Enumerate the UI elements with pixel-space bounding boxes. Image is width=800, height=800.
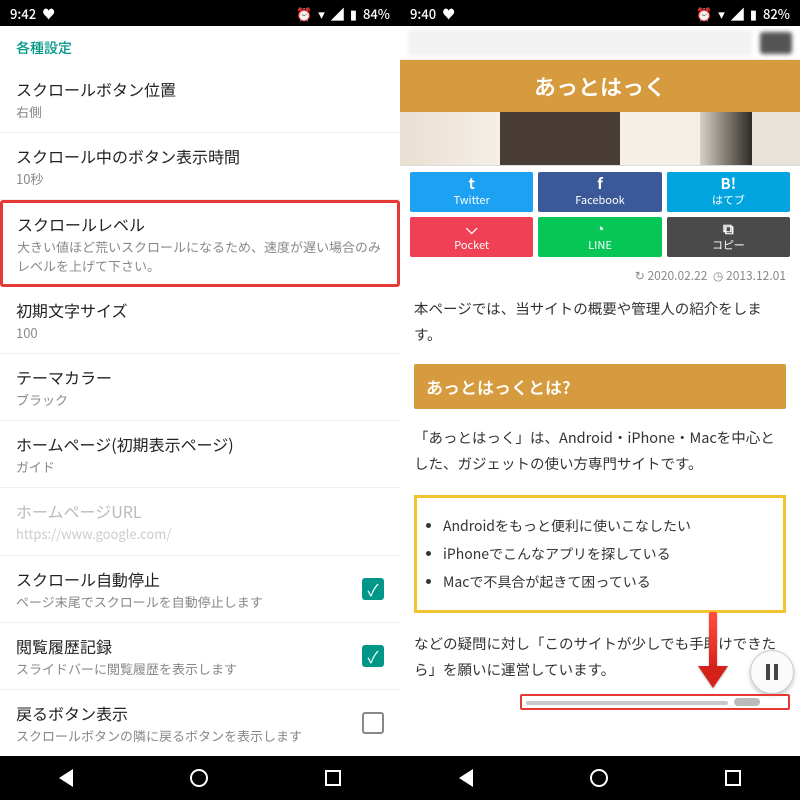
signal-icon: ◢ <box>331 4 344 23</box>
setting-subtitle: 100 <box>16 324 384 342</box>
setting-title: スクロール中のボタン表示時間 <box>16 144 384 168</box>
nav-back-icon[interactable] <box>59 769 73 787</box>
battery-icon: ▮ <box>350 4 357 23</box>
section-heading: あっとはっくとは? <box>414 364 786 409</box>
status-time: 9:40 <box>410 4 436 23</box>
setting-title: ホームページURL <box>16 499 384 523</box>
share-はてブ-button[interactable]: B!はてブ <box>667 172 790 212</box>
setting-subtitle: ブラック <box>16 391 384 409</box>
settings-list[interactable]: 各種設定 スクロールボタン位置右側スクロール中のボタン表示時間 10秒スクロールレ… <box>0 26 400 756</box>
setting-row[interactable]: 戻るボタン表示スクロールボタンの隣に戻るボタンを表示します <box>0 690 400 756</box>
setting-subtitle: スクロールボタンの隣に戻るボタンを表示します <box>16 727 352 745</box>
wifi-icon: ▾ <box>718 4 725 23</box>
checkbox-unchecked-icon[interactable] <box>362 712 384 734</box>
setting-title: 初期文字サイズ <box>16 298 384 322</box>
checkbox-checked-icon[interactable]: ✓ <box>362 578 384 600</box>
share-icon: ◔ <box>595 221 604 236</box>
nav-back-icon[interactable] <box>459 769 473 787</box>
phone-left: 9:42 ♥ ⏰ ▾ ◢ ▮ 84% 各種設定 スクロールボタン位置右側スクロー… <box>0 0 400 800</box>
intro-text: 本ページでは、当サイトの概要や管理人の紹介をします。 <box>400 288 800 356</box>
clock-icon: ◷ <box>713 267 723 284</box>
share-label: コピー <box>712 237 745 253</box>
bullet-item: Androidをもっと便利に使いこなしたい <box>443 512 773 540</box>
bullet-item: Macで不具合が起きて困っている <box>443 568 773 596</box>
share-facebook-button[interactable]: fFacebook <box>538 172 661 212</box>
setting-subtitle: 大きい値ほど荒いスクロールになるため、速度が遅い場合のみレベルを上げて下さい。 <box>17 238 383 274</box>
share-icon: f <box>597 176 603 191</box>
setting-title: 閲覧履歴記録 <box>16 634 352 658</box>
navbar-right <box>400 756 800 800</box>
setting-row[interactable]: スクロールレベル大きい値ほど荒いスクロールになるため、速度が遅い場合のみレベルを… <box>0 200 400 286</box>
setting-subtitle: スライドバーに閲覧履歴を表示します <box>16 660 352 678</box>
setting-title: スクロールレベル <box>17 212 383 236</box>
setting-row[interactable]: ホームページURL https://www.google.com/ <box>0 488 400 555</box>
setting-row[interactable]: スクロール中のボタン表示時間 10秒 <box>0 133 400 200</box>
webpage[interactable]: あっとはっく tTwitterfFacebookB!はてブ⌵Pocket◔LIN… <box>400 26 800 756</box>
setting-row[interactable]: テーマカラーブラック <box>0 354 400 421</box>
scroll-progress-highlight <box>520 694 790 710</box>
share-label: Twitter <box>454 192 490 208</box>
share-icon: ⧉ <box>723 221 734 236</box>
statusbar-right: 9:40 ♥ ⏰ ▾ ◢ ▮ 82% <box>400 0 800 26</box>
site-title: あっとはっく <box>400 60 800 112</box>
setting-subtitle: ページ末尾でスクロールを自動停止します <box>16 593 352 611</box>
checkbox-checked-icon[interactable]: ✓ <box>362 645 384 667</box>
status-battery: 82% <box>763 4 790 23</box>
setting-subtitle: 右側 <box>16 103 384 121</box>
setting-row[interactable]: スクロールボタン位置右側 <box>0 66 400 133</box>
status-time: 9:42 <box>10 4 36 23</box>
setting-row[interactable]: スクロール自動停止ページ末尾でスクロールを自動停止します ✓ <box>0 556 400 623</box>
desc-text: 「あっとはっく」は、Android・iPhone・Macを中心とした、ガジェット… <box>400 417 800 485</box>
wifi-icon: ▾ <box>318 4 325 23</box>
share-line-button[interactable]: ◔LINE <box>538 217 661 257</box>
nav-recent-icon[interactable] <box>725 770 741 786</box>
setting-row[interactable]: ホームページ(初期表示ページ) ガイド <box>0 421 400 488</box>
heart-icon: ♥ <box>442 4 455 23</box>
battery-icon: ▮ <box>750 4 757 23</box>
setting-row[interactable]: 初期文字サイズ 100 <box>0 287 400 354</box>
share-label: LINE <box>588 237 612 253</box>
nav-home-icon[interactable] <box>590 769 608 787</box>
share-icon: B! <box>720 176 736 191</box>
settings-header: 各種設定 <box>0 26 400 66</box>
browser-menu-icon[interactable] <box>760 32 792 54</box>
share-コピー-button[interactable]: ⧉コピー <box>667 217 790 257</box>
share-label: Pocket <box>454 237 489 253</box>
bullet-item: iPhoneでこんなアプリを探している <box>443 540 773 568</box>
url-field[interactable] <box>408 30 752 56</box>
statusbar-left: 9:42 ♥ ⏰ ▾ ◢ ▮ 84% <box>0 0 400 26</box>
nav-home-icon[interactable] <box>190 769 208 787</box>
alarm-icon: ⏰ <box>296 4 312 23</box>
hero-image <box>400 112 800 166</box>
share-grid: tTwitterfFacebookB!はてブ⌵Pocket◔LINE⧉コピー <box>400 166 800 263</box>
phone-right: 9:40 ♥ ⏰ ▾ ◢ ▮ 82% あっとはっく tTwitterfFaceb… <box>400 0 800 800</box>
share-label: Facebook <box>575 192 624 208</box>
pause-button[interactable] <box>750 650 794 694</box>
signal-icon: ◢ <box>731 4 744 23</box>
share-icon: t <box>469 176 475 191</box>
setting-title: テーマカラー <box>16 365 384 389</box>
share-icon: ⌵ <box>466 221 477 236</box>
refresh-icon: ↻ <box>635 267 645 284</box>
setting-title: スクロールボタン位置 <box>16 77 384 101</box>
alarm-icon: ⏰ <box>696 4 712 23</box>
setting-subtitle: 10秒 <box>16 170 384 188</box>
post-dates: ↻ 2020.02.22 ◷ 2013.12.01 <box>400 263 800 288</box>
setting-subtitle: https://www.google.com/ <box>16 525 384 543</box>
setting-subtitle: ガイド <box>16 458 384 476</box>
address-bar[interactable] <box>400 26 800 60</box>
navbar-left <box>0 756 400 800</box>
share-pocket-button[interactable]: ⌵Pocket <box>410 217 533 257</box>
share-label: はてブ <box>712 192 745 208</box>
status-battery: 84% <box>363 4 390 23</box>
heart-icon: ♥ <box>42 4 55 23</box>
nav-recent-icon[interactable] <box>325 770 341 786</box>
bullet-list: Androidをもっと便利に使いこなしたいiPhoneでこんなアプリを探している… <box>414 495 786 613</box>
share-twitter-button[interactable]: tTwitter <box>410 172 533 212</box>
outro-text: などの疑問に対し「このサイトが少しでも手助けできたら」を願いに運営しています。 <box>400 623 800 743</box>
setting-title: 戻るボタン表示 <box>16 701 352 725</box>
setting-title: ホームページ(初期表示ページ) <box>16 432 384 456</box>
setting-row[interactable]: 閲覧履歴記録スライドバーに閲覧履歴を表示します ✓ <box>0 623 400 690</box>
setting-title: スクロール自動停止 <box>16 567 352 591</box>
